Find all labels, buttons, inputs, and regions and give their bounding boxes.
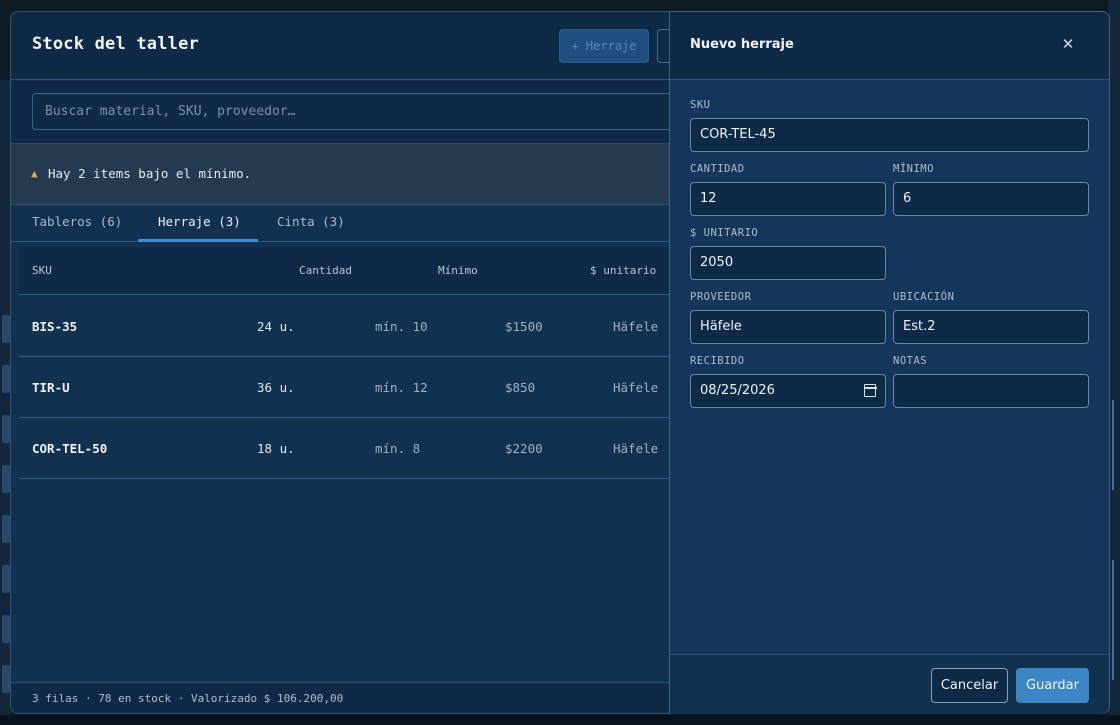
cell-sku: TIR-U xyxy=(32,380,70,395)
close-icon[interactable]: ✕ xyxy=(1058,34,1078,54)
minimo-field[interactable]: 6 xyxy=(893,182,1089,216)
recibido-label: RECIBIDO xyxy=(690,355,745,367)
unitario-field[interactable]: 2050 xyxy=(690,246,886,280)
stock-table: SKU Cantidad Mínimo $ unitario BIS-35 24… xyxy=(19,247,669,480)
background-block xyxy=(2,515,10,543)
background-block xyxy=(2,565,10,593)
ubicacion-field[interactable]: Est.2 xyxy=(893,310,1089,344)
cell-precio: $2200 xyxy=(505,441,543,456)
background-line xyxy=(1112,400,1114,490)
cell-minimo: mín. 12 xyxy=(375,380,428,395)
cell-sku: BIS-35 xyxy=(32,319,78,334)
tab-herraje[interactable]: Herraje (3) xyxy=(158,214,241,229)
sku-label: SKU xyxy=(690,99,711,111)
cell-minimo: mín. 8 xyxy=(375,441,421,456)
minimo-label: MÍNIMO xyxy=(893,163,934,175)
cell-proveedor: Häfele xyxy=(613,441,659,456)
cantidad-field[interactable]: 12 xyxy=(690,182,886,216)
cell-precio: $850 xyxy=(505,380,536,395)
background-sidebar xyxy=(0,80,10,720)
background-block xyxy=(2,465,10,493)
footer-summary: 3 filas · 78 en stock · Valorizado $ 106… xyxy=(32,692,344,705)
save-button[interactable]: Guardar xyxy=(1016,668,1089,703)
table-row[interactable]: BIS-35 24 u. mín. 10 $1500 Häfele xyxy=(19,296,669,357)
sku-field[interactable]: COR-TEL-45 xyxy=(690,118,1089,152)
column-header-cantidad[interactable]: Cantidad xyxy=(299,264,352,277)
cancel-button[interactable]: Cancelar xyxy=(931,668,1008,703)
background-block xyxy=(2,665,10,693)
alert-text: Hay 2 items bajo el mínimo. xyxy=(48,166,252,181)
cell-cantidad: 24 u. xyxy=(257,319,295,334)
tab-cinta[interactable]: Cinta (3) xyxy=(277,214,345,229)
column-header-minimo[interactable]: Mínimo xyxy=(438,264,478,277)
proveedor-label: PROVEEDOR xyxy=(690,291,752,303)
unitario-label: $ UNITARIO xyxy=(690,227,759,239)
background-block xyxy=(2,415,10,443)
proveedor-field[interactable]: Häfele xyxy=(690,310,886,344)
panel-footer: Cancelar Guardar xyxy=(670,654,1109,714)
table-row[interactable]: TIR-U 36 u. mín. 12 $850 Häfele xyxy=(19,357,669,418)
ubicacion-label: UBICACIÓN xyxy=(893,291,955,303)
active-tab-indicator xyxy=(138,239,258,242)
column-header-unitario[interactable]: $ unitario xyxy=(590,264,656,277)
cell-proveedor: Häfele xyxy=(613,319,659,334)
notas-field[interactable] xyxy=(893,374,1089,408)
panel-title: Nuevo herraje xyxy=(690,37,794,52)
warning-icon: ▲ xyxy=(31,167,38,180)
low-stock-alert: ▲ Hay 2 items bajo el mínimo. xyxy=(11,143,669,205)
category-tabs: Tableros (6) Herraje (3) Cinta (3) xyxy=(11,205,669,242)
cantidad-label: CANTIDAD xyxy=(690,163,745,175)
cell-proveedor: Häfele xyxy=(613,380,659,395)
background-block xyxy=(2,315,10,343)
secondary-header-button[interactable] xyxy=(657,29,669,63)
dialog-title: Stock del taller xyxy=(32,34,199,54)
table-header: SKU Cantidad Mínimo $ unitario xyxy=(19,247,669,295)
search-input[interactable]: Buscar material, SKU, proveedor… xyxy=(32,93,669,130)
tab-tableros[interactable]: Tableros (6) xyxy=(32,214,122,229)
panel-header: Nuevo herraje ✕ xyxy=(670,12,1109,80)
new-herraje-panel: Nuevo herraje ✕ SKU COR-TEL-45 CANTIDAD … xyxy=(669,11,1110,714)
column-header-sku[interactable]: SKU xyxy=(32,264,52,277)
add-herraje-button[interactable]: + Herraje xyxy=(559,29,649,63)
cell-cantidad: 18 u. xyxy=(257,441,295,456)
background-block xyxy=(2,615,10,643)
background-block xyxy=(2,365,10,393)
table-footer: 3 filas · 78 en stock · Valorizado $ 106… xyxy=(11,682,669,713)
notas-label: NOTAS xyxy=(893,355,928,367)
dialog-header: Stock del taller + Herraje xyxy=(11,12,669,80)
background-bottom-edge xyxy=(0,715,1120,725)
recibido-value: 08/25/2026 xyxy=(700,383,775,398)
stock-dialog: Stock del taller + Herraje Buscar materi… xyxy=(10,11,669,714)
recibido-date-field[interactable]: 08/25/2026 xyxy=(690,374,886,408)
search-row: Buscar material, SKU, proveedor… xyxy=(11,81,669,143)
background-line xyxy=(1112,560,1114,680)
table-row[interactable]: COR-TEL-50 18 u. mín. 8 $2200 Häfele xyxy=(19,418,669,479)
cell-cantidad: 36 u. xyxy=(257,380,295,395)
calendar-icon[interactable] xyxy=(863,384,877,397)
cell-sku: COR-TEL-50 xyxy=(32,441,108,456)
cell-minimo: mín. 10 xyxy=(375,319,428,334)
cell-precio: $1500 xyxy=(505,319,543,334)
